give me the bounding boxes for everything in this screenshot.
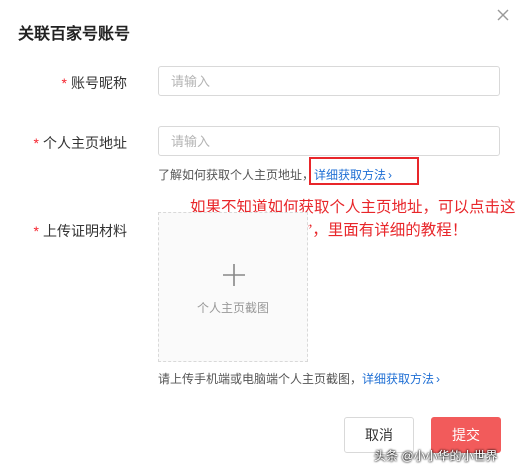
homepage-label: * 个人主页地址 [0, 133, 127, 153]
upload-hint: 请上传手机端或电脑端个人主页截图，详细获取方法 › [158, 370, 440, 387]
upload-method-link[interactable]: 详细获取方法 › [362, 372, 440, 386]
highlight-box [309, 157, 419, 185]
homepage-hint-text: 了解如何获取个人主页地址， [158, 168, 315, 182]
nickname-label: * 账号昵称 [0, 73, 127, 93]
upload-box-text: 个人主页截图 [196, 301, 269, 315]
upload-label: * 上传证明材料 [0, 221, 127, 241]
upload-area[interactable]: 个人主页截图 [158, 212, 308, 362]
dialog-title: 关联百家号账号 [18, 26, 131, 43]
nickname-label-text: 账号昵称 [71, 75, 127, 91]
watermark: 头条 @小小华的小世界 [374, 449, 498, 463]
upload-label-text: 上传证明材料 [43, 223, 127, 239]
upload-method-link-text: 详细获取方法 [362, 372, 435, 386]
plus-icon [222, 263, 246, 292]
close-icon[interactable] [494, 6, 512, 24]
required-mark: * [33, 135, 39, 151]
upload-hint-text: 请上传手机端或电脑端个人主页截图， [158, 372, 363, 386]
homepage-label-text: 个人主页地址 [43, 135, 127, 151]
bind-account-dialog: 关联百家号账号 *账号昵称 *个人主页地址 了解如何获取个人主页地址，详细获取方… [0, 0, 523, 476]
required-mark: * [61, 75, 67, 91]
homepage-url-input[interactable] [158, 126, 500, 156]
chevron-right-icon: › [436, 372, 441, 386]
nickname-input[interactable] [158, 66, 500, 96]
required-mark: * [33, 223, 39, 239]
